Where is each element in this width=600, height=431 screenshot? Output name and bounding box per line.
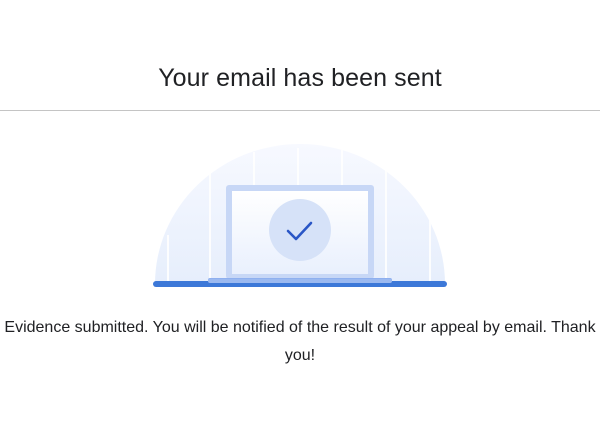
confirmation-message: Evidence submitted. You will be notified… — [4, 319, 596, 364]
page-title: Your email has been sent — [158, 64, 442, 92]
page-header: Your email has been sent — [0, 0, 600, 111]
check-circle — [269, 199, 331, 261]
laptop-checkmark-icon — [150, 140, 450, 290]
